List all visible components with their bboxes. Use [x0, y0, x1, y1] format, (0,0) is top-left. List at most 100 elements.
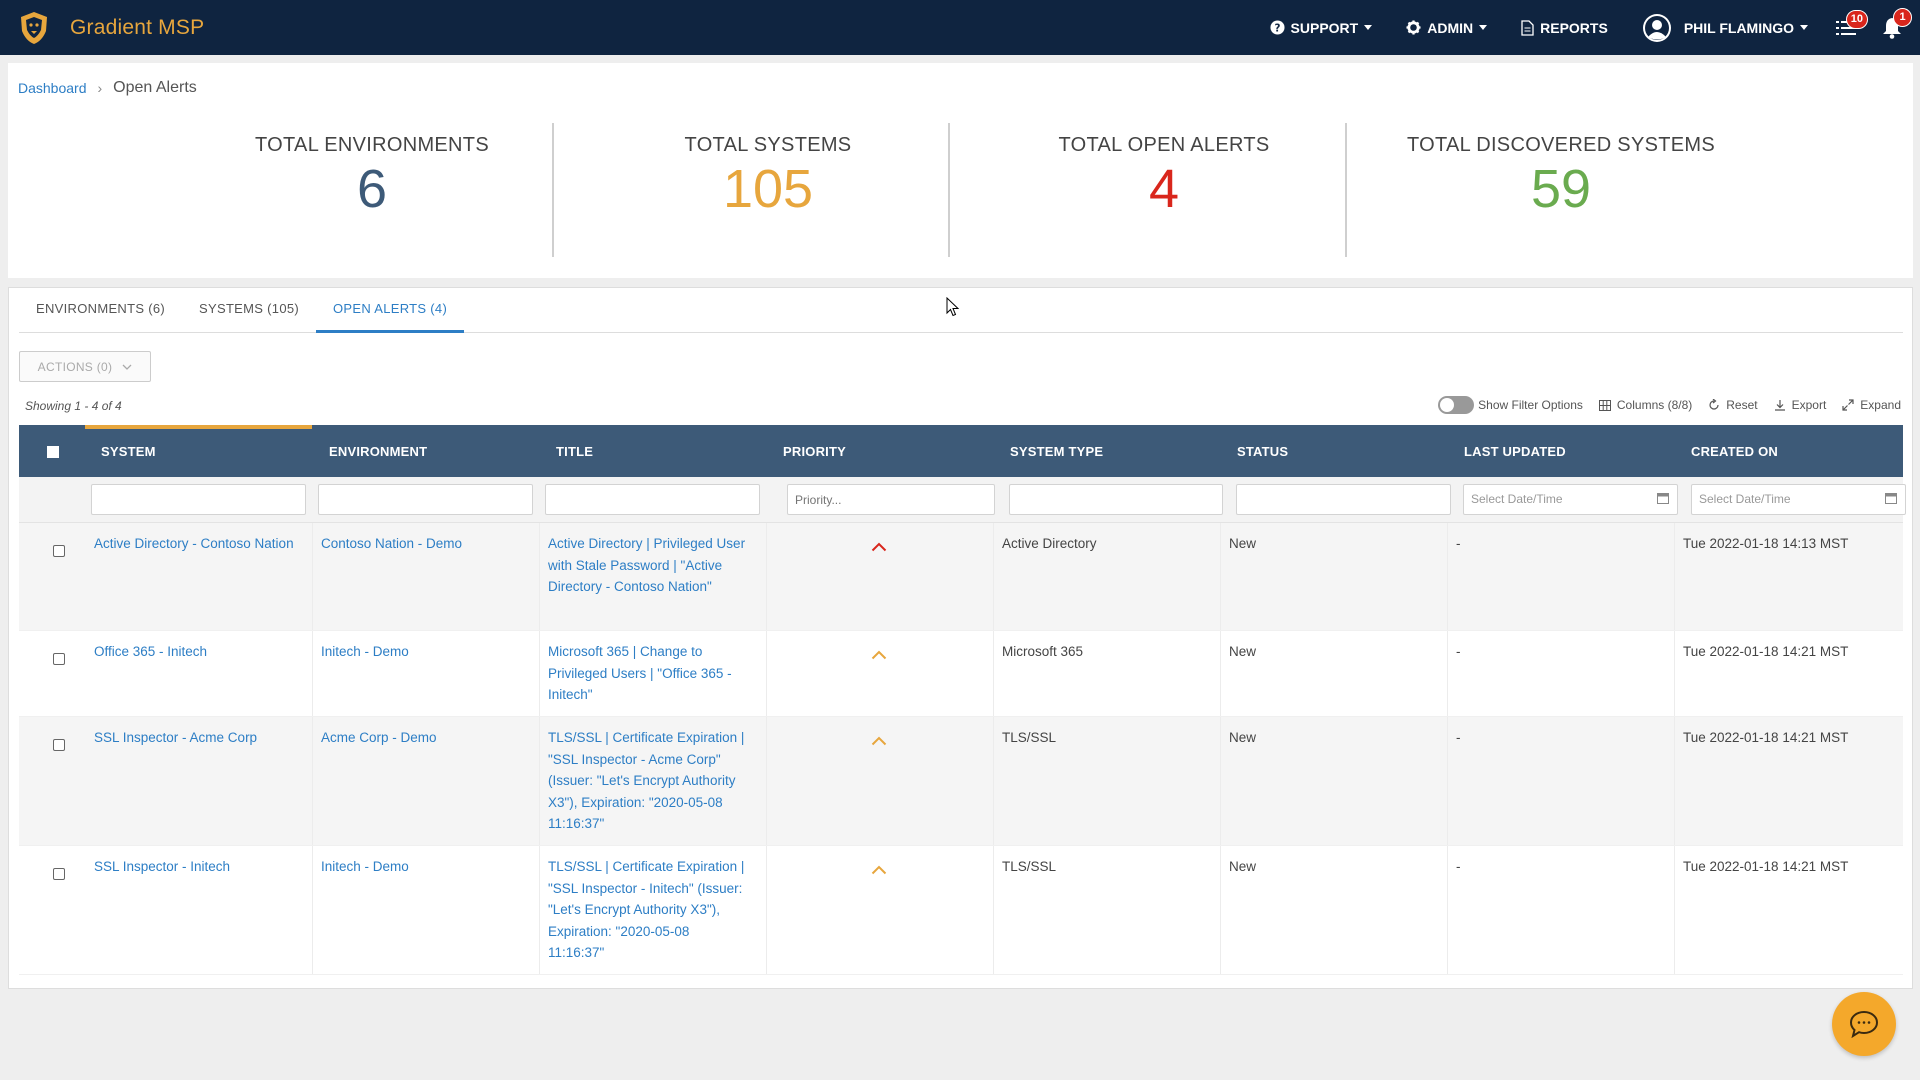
- notifications-button[interactable]: 1: [1882, 7, 1912, 39]
- table-row[interactable]: Active Directory - Contoso Nation Contos…: [19, 523, 1903, 631]
- tab-environments[interactable]: ENVIRONMENTS (6): [19, 288, 182, 333]
- created-on-filter-input[interactable]: Select Date/Time: [1691, 484, 1906, 515]
- last-updated: -: [1456, 536, 1461, 551]
- calendar-icon[interactable]: [1657, 492, 1669, 504]
- table-row[interactable]: Office 365 - Initech Initech - Demo Micr…: [19, 631, 1903, 717]
- tab-bar: ENVIRONMENTS (6) SYSTEMS (105) OPEN ALER…: [19, 288, 1903, 333]
- row-checkbox[interactable]: [53, 739, 65, 751]
- system-type: TLS/SSL: [1002, 859, 1057, 874]
- stat-total-discovered-systems[interactable]: TOTAL DISCOVERED SYSTEMS 59: [1353, 123, 1769, 258]
- column-divider: [766, 631, 767, 716]
- column-divider: [312, 717, 313, 845]
- stat-value: 6: [356, 159, 388, 219]
- breadcrumb-current: Open Alerts: [113, 79, 197, 96]
- admin-label: ADMIN: [1427, 19, 1474, 36]
- column-divider: [539, 631, 540, 716]
- export-button[interactable]: Export: [1774, 398, 1827, 412]
- user-menu[interactable]: PHIL FLAMINGO: [1642, 13, 1808, 43]
- title-link[interactable]: TLS/SSL | Certificate Expiration | "SSL …: [548, 856, 748, 964]
- environment-link[interactable]: Contoso Nation - Demo: [321, 533, 521, 555]
- system-link[interactable]: Office 365 - Initech: [94, 641, 294, 663]
- table-row[interactable]: SSL Inspector - Initech Initech - Demo T…: [19, 846, 1903, 975]
- results-count: Showing 1 - 4 of 4: [25, 399, 122, 413]
- system-link[interactable]: SSL Inspector - Initech: [94, 856, 294, 878]
- stat-value: 105: [722, 159, 814, 219]
- breadcrumb-dashboard-link[interactable]: Dashboard: [18, 80, 87, 96]
- stat-value: 59: [1530, 159, 1592, 219]
- last-updated-filter-input[interactable]: Select Date/Time: [1463, 484, 1678, 515]
- brand[interactable]: Gradient MSP: [18, 11, 204, 45]
- actions-label: ACTIONS (0): [37, 359, 113, 374]
- col-header-created-on[interactable]: CREATED ON: [1691, 444, 1778, 459]
- expand-button[interactable]: Expand: [1842, 398, 1901, 412]
- support-menu[interactable]: ? SUPPORT: [1270, 20, 1373, 36]
- admin-menu[interactable]: ADMIN: [1406, 19, 1488, 36]
- column-divider: [1447, 523, 1448, 630]
- row-checkbox[interactable]: [53, 653, 65, 665]
- stat-total-environments[interactable]: TOTAL ENVIRONMENTS 6: [164, 123, 580, 258]
- toggle-switch[interactable]: [1438, 396, 1475, 414]
- title-link[interactable]: Microsoft 365 | Change to Privileged Use…: [548, 641, 748, 706]
- column-divider: [1674, 717, 1675, 845]
- gear-icon: [1406, 20, 1421, 35]
- table-row[interactable]: SSL Inspector - Acme Corp Acme Corp - De…: [19, 717, 1903, 846]
- reports-link[interactable]: REPORTS: [1521, 20, 1608, 36]
- priority-medium-icon: [871, 860, 887, 882]
- system-type-filter-input[interactable]: [1009, 484, 1223, 515]
- col-header-priority[interactable]: PRIORITY: [783, 444, 846, 459]
- user-avatar-icon: [1642, 13, 1671, 42]
- show-filter-toggle[interactable]: Show Filter Options: [1438, 396, 1583, 414]
- system-link[interactable]: Active Directory - Contoso Nation: [94, 533, 294, 555]
- col-header-title[interactable]: TITLE: [556, 444, 593, 459]
- row-checkbox[interactable]: [53, 545, 65, 557]
- calendar-icon[interactable]: [1885, 492, 1897, 504]
- col-header-status[interactable]: STATUS: [1237, 444, 1288, 459]
- chevron-down-icon: [1479, 25, 1488, 30]
- top-navbar: Gradient MSP ? SUPPORT ADMIN REPORTS PHI…: [0, 0, 1920, 55]
- row-checkbox[interactable]: [53, 868, 65, 880]
- alerts-table: SYSTEM ENVIRONMENT TITLE PRIORITY SYSTEM…: [19, 425, 1906, 975]
- column-divider: [312, 846, 313, 974]
- tasks-button[interactable]: 10: [1836, 9, 1868, 37]
- tasks-badge: 10: [1845, 9, 1868, 29]
- created-on: Tue 2022-01-18 14:21 MST: [1683, 644, 1849, 659]
- environment-filter-input[interactable]: [318, 484, 533, 515]
- select-all-checkbox[interactable]: [47, 446, 59, 458]
- tab-systems[interactable]: SYSTEMS (105): [182, 288, 316, 333]
- column-divider: [539, 523, 540, 630]
- summary-panel: Dashboard › Open Alerts TOTAL ENVIRONMEN…: [8, 63, 1913, 278]
- created-on: Tue 2022-01-18 14:21 MST: [1683, 859, 1849, 874]
- stat-label: TOTAL OPEN ALERTS: [1058, 134, 1270, 156]
- system-filter-input[interactable]: [91, 484, 306, 515]
- reset-button[interactable]: Reset: [1708, 398, 1758, 412]
- actions-dropdown[interactable]: ACTIONS (0): [19, 351, 151, 382]
- last-updated-placeholder: Select Date/Time: [1471, 492, 1563, 506]
- title-link[interactable]: TLS/SSL | Certificate Expiration | "SSL …: [548, 727, 758, 835]
- col-header-system-type[interactable]: SYSTEM TYPE: [1010, 444, 1103, 459]
- document-icon: [1521, 19, 1534, 36]
- priority-filter-input[interactable]: [787, 484, 995, 515]
- chat-button[interactable]: [1832, 992, 1896, 1056]
- reset-label: Reset: [1726, 398, 1758, 412]
- columns-button[interactable]: Columns (8/8): [1598, 398, 1692, 412]
- column-divider: [1447, 717, 1448, 845]
- environment-link[interactable]: Initech - Demo: [321, 641, 521, 663]
- title-filter-input[interactable]: [545, 484, 760, 515]
- stat-total-open-alerts[interactable]: TOTAL OPEN ALERTS 4: [956, 123, 1372, 258]
- last-updated: -: [1456, 859, 1461, 874]
- environment-link[interactable]: Initech - Demo: [321, 856, 521, 878]
- system-type: Active Directory: [1002, 536, 1097, 551]
- status-filter-input[interactable]: [1236, 484, 1451, 515]
- col-header-system[interactable]: SYSTEM: [101, 444, 156, 459]
- environment-link[interactable]: Acme Corp - Demo: [321, 727, 521, 749]
- system-link[interactable]: SSL Inspector - Acme Corp: [94, 727, 304, 749]
- title-link[interactable]: Active Directory | Privileged User with …: [548, 533, 760, 598]
- last-updated: -: [1456, 730, 1461, 745]
- export-label: Export: [1791, 398, 1827, 412]
- stat-total-systems[interactable]: TOTAL SYSTEMS 105: [560, 123, 976, 258]
- column-divider: [1674, 523, 1675, 630]
- col-header-last-updated[interactable]: LAST UPDATED: [1464, 444, 1566, 459]
- column-divider: [766, 846, 767, 974]
- tab-open-alerts[interactable]: OPEN ALERTS (4): [316, 288, 465, 333]
- col-header-environment[interactable]: ENVIRONMENT: [329, 444, 427, 459]
